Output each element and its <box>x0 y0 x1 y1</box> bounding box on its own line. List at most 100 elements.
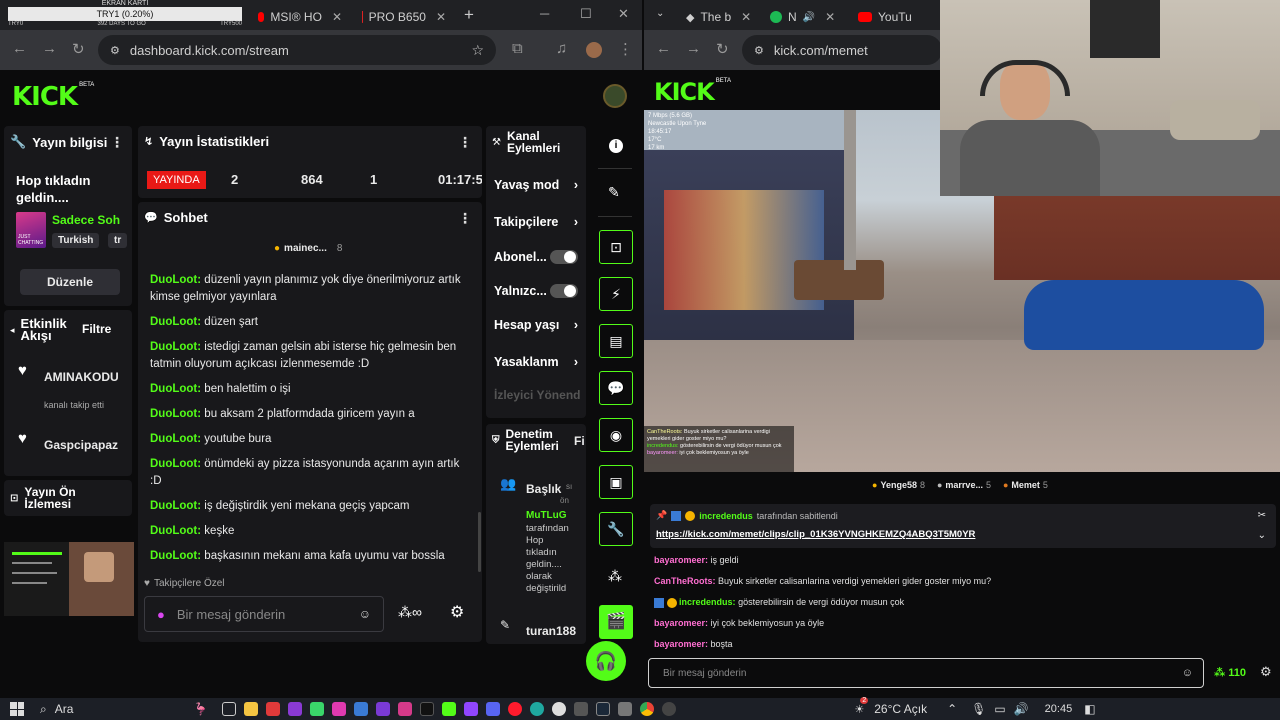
reload-icon[interactable]: ↻ <box>72 40 85 58</box>
tab-spotify[interactable]: N 🔊 ✕ <box>762 4 848 30</box>
flamingo-icon[interactable]: 🦩 <box>193 702 208 716</box>
tab-youtube[interactable]: YouTu <box>850 4 936 30</box>
mic-icon[interactable]: ● <box>157 607 165 622</box>
app-icon[interactable] <box>662 702 677 716</box>
pinned-link[interactable]: https://kick.com/memet/clips/clip_01K36Y… <box>656 529 975 540</box>
chat-input[interactable]: ● Bir mesaj gönderin ☺ <box>144 596 384 632</box>
notes-icon[interactable]: ▤ <box>599 324 633 358</box>
menu-account-age[interactable]: Hesap yaşı › <box>494 318 578 332</box>
settings-icon[interactable]: ⚙ <box>450 602 464 622</box>
top-gifter[interactable]: ● mainec... 8 <box>274 243 342 254</box>
app-icon[interactable] <box>332 702 347 716</box>
close-icon[interactable]: ✕ <box>332 10 342 24</box>
kick-icon[interactable] <box>442 702 457 716</box>
menu-emotes-only[interactable]: Yalnızc... <box>494 284 578 298</box>
bookmark-star-icon[interactable]: ☆ <box>471 42 484 59</box>
tab-pro-b650[interactable]: PRO B650 ✕ <box>354 4 454 30</box>
discord-icon[interactable] <box>486 702 501 716</box>
clapper-icon[interactable]: 🎬 <box>599 605 633 639</box>
app-icon[interactable] <box>354 702 369 716</box>
app-icon[interactable] <box>574 702 589 716</box>
mic-icon[interactable]: 🎙 <box>971 702 986 716</box>
url-field[interactable]: ⚙ dashboard.kick.com/stream ☆ <box>98 35 496 65</box>
panel-menu-icon[interactable]: ⋮ <box>458 210 472 227</box>
supporter[interactable]: ● Yenge58 8 <box>872 480 925 490</box>
menu-subscribers-only[interactable]: Abonel... <box>494 250 578 264</box>
tab-search-icon[interactable]: ⌄ <box>656 8 664 19</box>
kick-logo[interactable]: KICK BETA <box>654 78 731 106</box>
broadcast-icon[interactable]: ◉ <box>599 418 633 452</box>
menu-slow-mode[interactable]: Yavaş mod › <box>494 178 578 192</box>
mod-user[interactable]: MuTLuG <box>526 510 567 521</box>
clip-icon[interactable]: ⊡ <box>599 230 633 264</box>
url-field[interactable]: ⚙ kick.com/memet <box>742 35 942 65</box>
edit-button[interactable]: Düzenle <box>20 269 120 295</box>
kick-logo[interactable]: KICK BETA <box>12 82 94 112</box>
site-info-icon[interactable]: ⚙ <box>110 44 120 57</box>
forward-icon[interactable]: → <box>42 40 57 57</box>
support-button[interactable]: 🎧 <box>586 641 626 681</box>
supporter[interactable]: ● marrve... 5 <box>937 480 991 490</box>
chevron-down-icon[interactable]: ⌄ <box>1258 530 1266 541</box>
back-icon[interactable]: ← <box>12 40 27 57</box>
instagram-icon[interactable] <box>398 702 413 716</box>
tag-turkish[interactable]: Turkish <box>52 233 100 248</box>
forward-icon[interactable]: → <box>686 40 701 57</box>
emoji-icon[interactable]: ☺ <box>359 607 371 621</box>
network-icon[interactable]: ▭ <box>994 702 1005 716</box>
settings-icon[interactable]: ⚙ <box>1260 664 1272 680</box>
folder-icon[interactable] <box>244 702 259 716</box>
menu-banned[interactable]: Yasaklanm › <box>494 355 578 369</box>
close-icon[interactable]: ✕ <box>436 10 446 24</box>
emoji-icon[interactable]: ☺ <box>1182 667 1193 679</box>
layout-icon[interactable]: ▣ <box>599 465 633 499</box>
points-icon[interactable]: ⁂∞ <box>398 604 422 621</box>
menu-icon[interactable]: ⋮ <box>618 40 633 58</box>
chrome-icon[interactable] <box>640 702 655 716</box>
category-name[interactable]: Sadece Soh <box>52 213 120 227</box>
task-view-icon[interactable] <box>222 702 237 716</box>
community-icon[interactable]: ⁂ <box>608 568 622 585</box>
new-tab-button[interactable]: + <box>464 5 474 25</box>
clock[interactable]: 20:45 <box>1045 703 1073 715</box>
app-icon[interactable] <box>376 702 391 716</box>
close-icon[interactable]: ✕ <box>825 10 835 24</box>
tab-diamond[interactable]: ◆ The b ✕ <box>678 4 758 30</box>
speaker-icon[interactable]: 🔊 <box>803 12 815 23</box>
filter-button[interactable]: Fi <box>574 434 585 448</box>
extensions-icon[interactable]: ⧉ <box>512 40 523 57</box>
edge-icon[interactable] <box>530 702 545 716</box>
emotes-toggle[interactable] <box>550 284 578 298</box>
lightning-icon[interactable]: ⚡ <box>599 277 633 311</box>
viewer-chat-input[interactable]: Bir mesaj gönderin ☺ <box>648 658 1204 688</box>
menu-followers-only[interactable]: Takipçilere › <box>494 215 578 229</box>
profile-avatar[interactable] <box>586 42 602 58</box>
wrench-icon[interactable]: 🔧 <box>599 512 633 546</box>
chevron-up-icon[interactable]: ⌃ <box>947 702 957 716</box>
maximize-button[interactable]: ☐ <box>580 6 592 22</box>
panel-menu-icon[interactable]: ⋮ <box>110 134 124 151</box>
weather-text[interactable]: 26°C Açık <box>874 702 927 716</box>
channel-points[interactable]: ⁂ 110 <box>1214 666 1246 680</box>
activity-user[interactable]: Gaspcipapaz <box>44 438 118 452</box>
info-icon[interactable]: i <box>609 139 623 153</box>
pinned-by-user[interactable]: incredendus <box>699 511 753 521</box>
windows-start-icon[interactable] <box>10 702 24 716</box>
opera-icon[interactable] <box>508 702 523 716</box>
subscribers-toggle[interactable] <box>550 250 578 264</box>
app-icon[interactable] <box>618 702 633 716</box>
twitch-icon[interactable] <box>464 702 479 716</box>
pencil-icon[interactable]: ✎ <box>608 184 620 201</box>
site-info-icon[interactable]: ⚙ <box>754 44 764 57</box>
chat-scrollbar[interactable] <box>478 512 481 572</box>
steam-icon[interactable] <box>596 702 611 716</box>
close-window-button[interactable]: ✕ <box>618 6 629 22</box>
tag-tr[interactable]: tr <box>108 233 128 248</box>
back-icon[interactable]: ← <box>656 40 671 57</box>
supporter[interactable]: ● Memet 5 <box>1003 480 1048 490</box>
user-avatar[interactable] <box>603 84 627 108</box>
last-user[interactable]: turan188 <box>526 624 576 638</box>
taskbar-search-label[interactable]: Ara <box>55 702 74 716</box>
notification-icon[interactable]: ◧ <box>1084 702 1095 716</box>
media-icon[interactable]: ♫ <box>556 40 567 57</box>
